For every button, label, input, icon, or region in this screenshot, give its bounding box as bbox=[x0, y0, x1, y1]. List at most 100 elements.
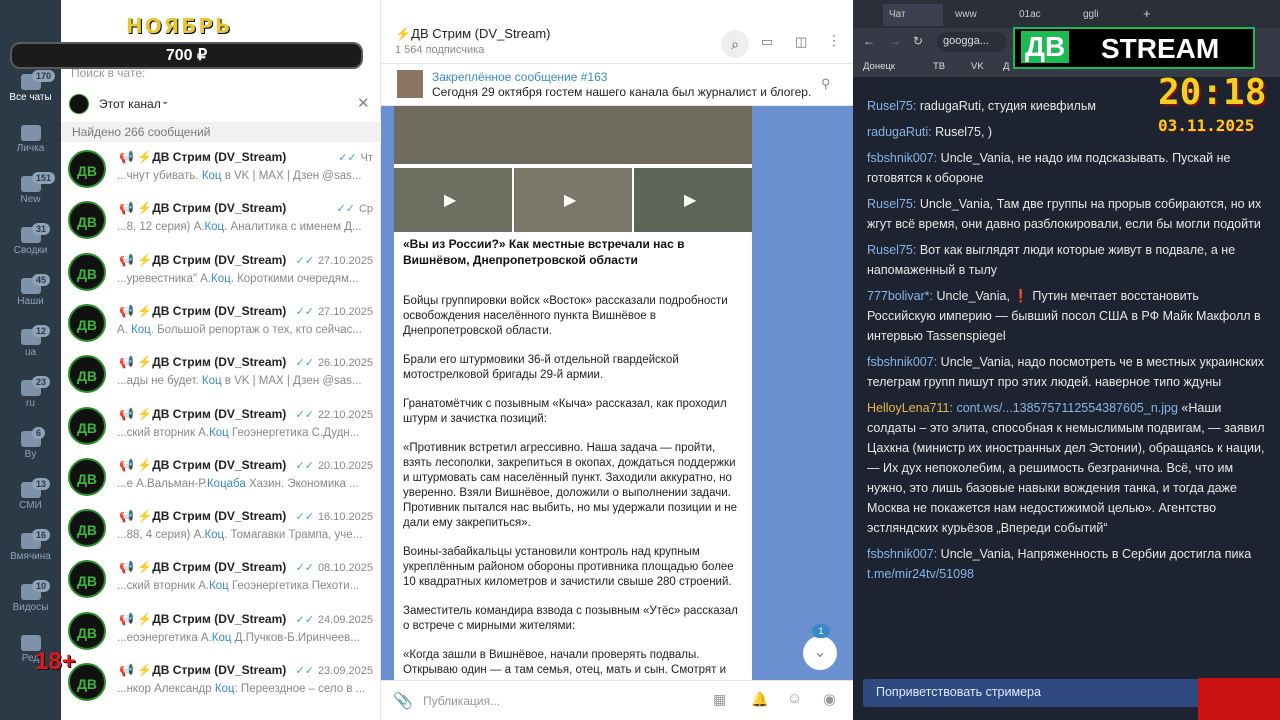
bell-icon[interactable]: 🔔 bbox=[751, 691, 768, 708]
emoji-icon[interactable]: ☺ bbox=[787, 690, 802, 707]
month-label: НОЯБРЬ bbox=[126, 14, 233, 38]
read-check-icon: ✓✓ bbox=[295, 665, 314, 677]
scroll-down-button[interactable]: ⌄ bbox=[803, 636, 837, 670]
folder-label: Видосы bbox=[12, 602, 49, 613]
chat-username[interactable]: Rusel75: bbox=[867, 99, 916, 113]
search-result-row[interactable]: ДВ 📢 ⚡ДВ Стрим (DV_Stream) ✓✓ 27.10.2025...… bbox=[61, 249, 381, 300]
bookmark-item[interactable]: Д bbox=[1003, 61, 1009, 72]
chat-link[interactable]: cont.ws/...1385757112554387605_n.jpg bbox=[956, 401, 1177, 415]
chat-username[interactable]: Rusel75: bbox=[867, 243, 916, 257]
publish-input[interactable]: Публикация... bbox=[423, 694, 500, 708]
folder-item[interactable]: 151 New bbox=[0, 172, 61, 205]
schedule-icon[interactable]: ▦ bbox=[713, 691, 726, 708]
post-paragraph: «Когда зашли в Вишнёвое, начали проверят… bbox=[403, 649, 727, 676]
folder-item[interactable]: 16 Вмячина bbox=[0, 529, 61, 562]
result-date: ✓✓ 23.09.2025 bbox=[295, 665, 374, 677]
folder-item[interactable]: 31 Сводки bbox=[0, 223, 61, 256]
search-result-row[interactable]: ДВ 📢 ⚡ДВ Стрим (DV_Stream) ✓✓ 20.10.2025...… bbox=[61, 454, 381, 505]
back-icon[interactable]: ← bbox=[863, 34, 875, 48]
post-main-photo[interactable] bbox=[394, 106, 752, 164]
donation-goal-bar: 700 ₽ bbox=[10, 42, 363, 69]
search-result-row[interactable]: ДВ 📢 ⚡ДВ Стрим (DV_Stream) ✓✓ 24.09.2025...… bbox=[61, 608, 381, 659]
folder-item[interactable]: Личка bbox=[0, 125, 61, 154]
search-result-row[interactable]: ДВ 📢 ⚡ДВ Стрим (DV_Stream) ✓✓ Чт ...чнут уби… bbox=[61, 146, 381, 197]
channel-view: ⚡ДВ Стрим (DV_Stream) 1 564 подписчика ⌕… bbox=[381, 0, 853, 720]
result-preview: ...ский вторник А.Коц Геоэнергетика Пехо… bbox=[117, 580, 360, 593]
channel-header: ⚡ДВ Стрим (DV_Stream) 1 564 подписчика ⌕… bbox=[381, 0, 853, 64]
folder-label: ua bbox=[24, 347, 37, 358]
bookmark-item[interactable]: ТВ bbox=[933, 61, 945, 72]
result-title: 📢 ⚡ДВ Стрим (DV_Stream) bbox=[119, 303, 287, 318]
folder-icon bbox=[20, 125, 41, 141]
chat-username[interactable]: fsbshnik007: bbox=[867, 547, 937, 561]
search-in-chat-input[interactable]: Поиск в чате: bbox=[71, 66, 371, 86]
folder-badge: 16 bbox=[32, 529, 51, 541]
new-tab-icon[interactable]: + bbox=[1137, 4, 1157, 26]
search-icon[interactable]: ⌕ bbox=[721, 30, 749, 58]
search-result-row[interactable]: ДВ 📢 ⚡ДВ Стрим (DV_Stream) ✓✓ 26.10.2025...… bbox=[61, 351, 381, 402]
play-icon: ▶ bbox=[564, 192, 577, 209]
pinned-message-bar[interactable]: Закреплённое сообщение #163 Сегодня 29 о… bbox=[381, 64, 853, 106]
chat-message: HelloyLena711: cont.ws/...13857571125543… bbox=[867, 398, 1267, 538]
pinned-title: Закреплённое сообщение #163 bbox=[432, 70, 608, 84]
result-date: ✓✓ 24.09.2025 bbox=[295, 613, 374, 626]
result-date: ✓✓ 26.10.2025 bbox=[295, 357, 374, 370]
chat-username[interactable]: HelloyLena711: bbox=[867, 401, 953, 415]
chat-username[interactable]: fsbshnik007: bbox=[867, 151, 937, 165]
folder-item[interactable]: 170 Все чаты bbox=[0, 70, 61, 103]
filter-label: Этот канал bbox=[99, 97, 161, 111]
search-result-row[interactable]: ДВ 📢 ⚡ДВ Стрим (DV_Stream) ✓✓ 22.10.2025...… bbox=[61, 403, 381, 454]
result-preview: ...уревестника" А.Коц. Короткими очередя… bbox=[117, 272, 359, 285]
bookmark-item[interactable]: Донецк bbox=[863, 61, 895, 72]
chat-message: 777bolivar*: Uncle_Vania, ❗ Путин мечтае… bbox=[867, 286, 1267, 346]
result-preview: А. Коц. Большой репортаж о тех, кто сейч… bbox=[117, 323, 362, 336]
search-result-row[interactable]: ДВ 📢 ⚡ДВ Стрим (DV_Stream) ✓✓ Ср ...8, 12 се… bbox=[61, 197, 381, 248]
post-video-thumbnail[interactable]: ▶ bbox=[634, 168, 752, 232]
channel-title[interactable]: ⚡ДВ Стрим (DV_Stream) bbox=[395, 26, 551, 42]
folder-item[interactable]: 45 Наши bbox=[0, 274, 61, 307]
more-menu-icon[interactable]: ⋮ bbox=[827, 32, 841, 49]
chat-username[interactable]: fsbshnik007: bbox=[867, 355, 937, 369]
pin-icon[interactable]: ⚲ bbox=[821, 76, 831, 92]
folder-item[interactable]: 23 ru bbox=[0, 376, 61, 409]
composer: 📎 Публикация... ▦ 🔔 ☺ ◉ bbox=[381, 680, 853, 720]
reload-icon[interactable]: ↻ bbox=[913, 34, 923, 48]
forward-icon[interactable]: → bbox=[889, 34, 901, 48]
post-video-thumbnail[interactable]: ▶ bbox=[394, 168, 512, 232]
tab-chat[interactable]: Чат bbox=[883, 4, 943, 26]
post-video-thumbnail[interactable]: ▶ bbox=[514, 168, 632, 232]
tab-01ac[interactable]: 01ac bbox=[1013, 4, 1073, 26]
comments-icon[interactable]: ▭ bbox=[761, 34, 773, 50]
folder-item[interactable]: 13 СМИ bbox=[0, 478, 61, 511]
chat-username[interactable]: Rusel75: bbox=[867, 197, 916, 211]
play-icon: ▶ bbox=[444, 192, 457, 209]
search-result-row[interactable]: ДВ 📢 ⚡ДВ Стрим (DV_Stream) ✓✓ 08.10.2025...… bbox=[61, 556, 381, 607]
search-result-row[interactable]: ДВ 📢 ⚡ДВ Стрим (DV_Stream) ✓✓ 27.10.2025 А. … bbox=[61, 300, 381, 351]
chat-username[interactable]: 777bolivar*: bbox=[867, 289, 933, 303]
chat-text: Rusel75, ) bbox=[931, 125, 993, 139]
result-preview: ...ский вторник А.Коц Геоэнергетика С.Ду… bbox=[117, 426, 360, 439]
chat-link[interactable]: t.me/mir24tv/51098 bbox=[867, 567, 974, 581]
close-icon[interactable]: ✕ bbox=[357, 94, 370, 112]
avatar: ДВ bbox=[68, 303, 106, 342]
read-check-icon: ✓✓ bbox=[295, 613, 314, 626]
tab-www[interactable]: www bbox=[949, 4, 1009, 26]
folder-item[interactable]: 10 Видосы bbox=[0, 580, 61, 613]
pinned-thumbnail bbox=[397, 70, 423, 98]
post-title: «Вы из России?» Как местные встречали на… bbox=[403, 237, 685, 267]
folder-item[interactable]: 6 By bbox=[0, 427, 61, 460]
result-title: 📢 ⚡ДВ Стрим (DV_Stream) bbox=[119, 509, 287, 524]
folder-label: Вмячина bbox=[10, 551, 51, 562]
camera-icon[interactable]: ◉ bbox=[823, 690, 836, 708]
folder-label: Сводки bbox=[13, 245, 48, 256]
sidebar-toggle-icon[interactable]: ◫ bbox=[795, 34, 807, 50]
attach-icon[interactable]: 📎 bbox=[393, 691, 413, 711]
tab-ggli[interactable]: ggli bbox=[1077, 4, 1137, 26]
channel-filter[interactable]: Этот канал ⌄ ✕ bbox=[69, 92, 373, 116]
search-result-row[interactable]: ДВ 📢 ⚡ДВ Стрим (DV_Stream) ✓✓ 16.10.2025...… bbox=[61, 505, 381, 556]
search-result-row[interactable]: ДВ 📢 ⚡ДВ Стрим (DV_Stream) ✓✓ 23.09.2025...… bbox=[61, 659, 381, 710]
folder-item[interactable]: 12 ua bbox=[0, 325, 61, 358]
chat-username[interactable]: radugaRuti: bbox=[867, 125, 932, 139]
bookmark-item[interactable]: VK bbox=[971, 61, 984, 72]
url-input[interactable]: googga... bbox=[937, 32, 1007, 52]
